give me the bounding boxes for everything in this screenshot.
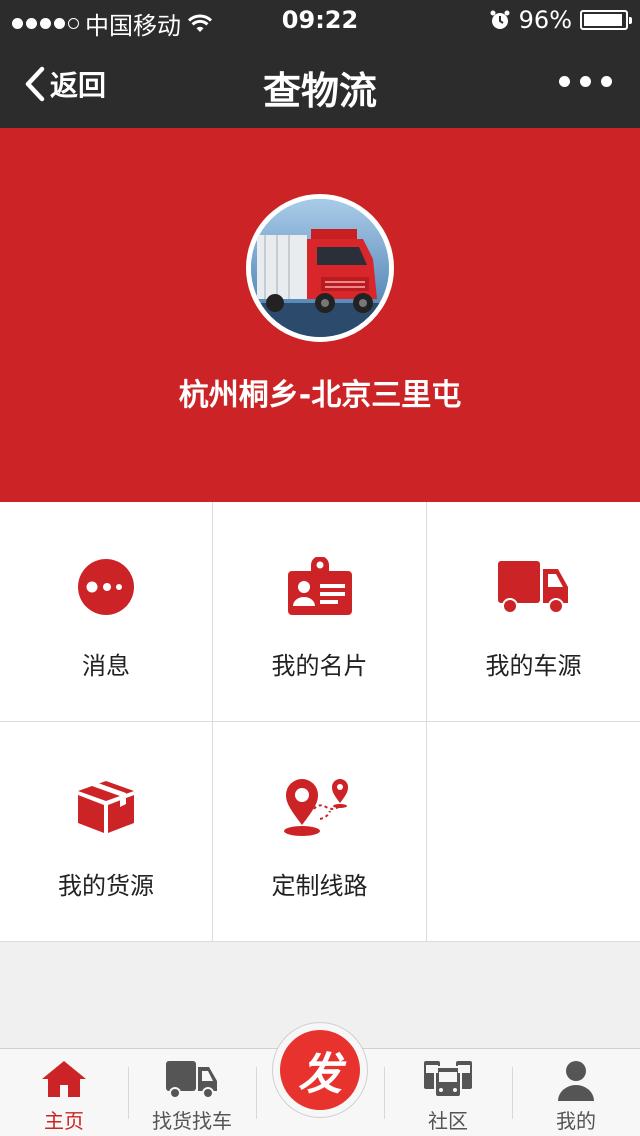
grid-item-label: 我的货源 <box>58 872 154 900</box>
publish-button[interactable]: 发 <box>272 1022 368 1118</box>
grid-item-label: 我的车源 <box>485 652 582 680</box>
tab-label: 找货找车 <box>152 1109 232 1133</box>
grid-item-empty <box>427 722 640 942</box>
status-bar: 中国移动 09:22 96% <box>0 0 640 40</box>
grid-item-label: 消息 <box>82 652 130 680</box>
tab-mine[interactable]: 我的 <box>512 1049 640 1136</box>
nav-bar: 返回 查物流 <box>0 40 640 128</box>
message-bubble-icon <box>78 559 134 615</box>
tab-label: 主页 <box>44 1109 84 1133</box>
profile-header: 杭州桐乡-北京三里屯 <box>0 128 640 502</box>
grid-item-my-cargo[interactable]: 我的货源 <box>0 722 213 942</box>
community-buses-icon <box>424 1061 472 1098</box>
tab-home[interactable]: 主页 <box>0 1049 128 1136</box>
home-icon <box>42 1061 86 1097</box>
battery-icon <box>580 10 632 30</box>
route-pin-icon <box>283 779 348 836</box>
truck-icon <box>497 561 568 614</box>
status-right: 96% <box>489 6 632 34</box>
tab-find-cargo[interactable]: 找货找车 <box>128 1049 256 1136</box>
grid-item-messages[interactable]: 消息 <box>0 502 213 722</box>
truck-photo-avatar[interactable] <box>246 194 394 342</box>
publish-label: 发 <box>280 1030 360 1110</box>
route-title: 杭州桐乡-北京三里屯 <box>178 378 462 413</box>
grid-item-business-card[interactable]: 我的名片 <box>213 502 427 722</box>
business-card-icon <box>287 557 352 615</box>
tab-community[interactable]: 社区 <box>384 1049 512 1136</box>
package-box-icon <box>78 781 134 833</box>
grid-item-label: 我的名片 <box>271 652 368 680</box>
feature-grid: 消息 我的名片 我的车源 我的货源 定制线路 <box>0 502 640 942</box>
grid-item-custom-route[interactable]: 定制线路 <box>213 722 427 942</box>
tab-divider <box>256 1067 257 1119</box>
page-title: 查物流 <box>262 69 377 113</box>
tab-label: 社区 <box>428 1109 468 1133</box>
alarm-icon <box>490 10 510 29</box>
grid-item-my-trucks[interactable]: 我的车源 <box>427 502 640 722</box>
grid-item-label: 定制线路 <box>271 872 368 900</box>
truck-icon <box>166 1061 217 1099</box>
tab-label: 我的 <box>556 1109 596 1133</box>
battery-percent: 96% <box>518 6 572 34</box>
more-dots-icon[interactable] <box>559 76 612 87</box>
person-icon <box>558 1061 594 1101</box>
